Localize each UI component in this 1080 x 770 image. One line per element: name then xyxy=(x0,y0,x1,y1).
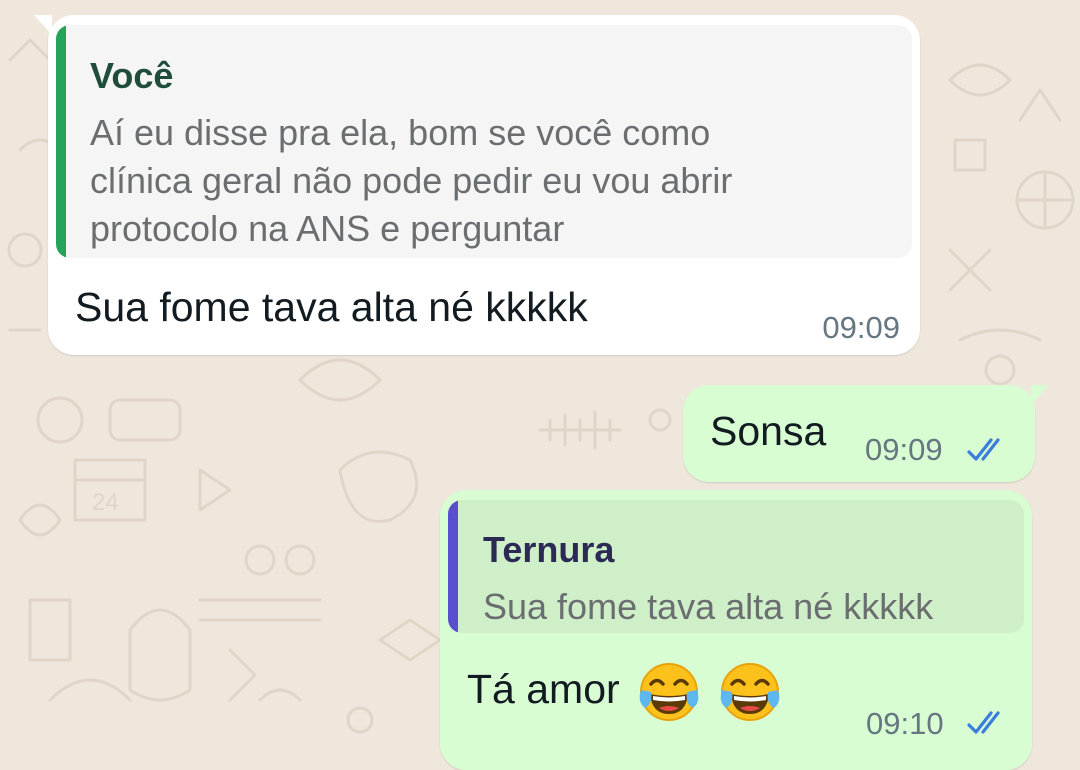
message-time: 09:10 xyxy=(866,706,944,741)
quoted-author: Você xyxy=(90,55,174,96)
quoted-text-line: Aí eu disse pra ela, bom se você como xyxy=(90,112,711,153)
incoming-message-bubble[interactable]: Você Aí eu disse pra ela, bom se você co… xyxy=(34,15,920,355)
quote-accent-bar xyxy=(448,500,458,633)
double-check-read-icon xyxy=(967,438,1000,461)
outgoing-message-bubble[interactable]: Sonsa 09:09 xyxy=(683,385,1049,482)
svg-text:24: 24 xyxy=(92,489,119,516)
message-time: 09:09 xyxy=(822,310,900,345)
message-text: Sua fome tava alta né kkkkk xyxy=(75,284,588,330)
message-text-row: Tá amor xyxy=(467,660,782,724)
outgoing-message-bubble[interactable]: Ternura Sua fome tava alta né kkkkk Tá a… xyxy=(440,490,1032,770)
bubble-tail xyxy=(34,15,52,35)
quoted-text: Sua fome tava alta né kkkkk xyxy=(483,583,933,631)
message-text: Sonsa xyxy=(710,408,827,454)
quoted-message[interactable]: Você Aí eu disse pra ela, bom se você co… xyxy=(56,25,912,258)
quoted-text: Aí eu disse pra ela, bom se você como cl… xyxy=(90,109,732,253)
tears-of-joy-emoji xyxy=(639,663,699,721)
quoted-message[interactable]: Ternura Sua fome tava alta né kkkkk xyxy=(448,500,1024,633)
quoted-text-line: Sua fome tava alta né kkkkk xyxy=(483,586,934,627)
quoted-text-line: protocolo na ANS e perguntar xyxy=(90,208,565,249)
bubble-tail xyxy=(1031,385,1049,405)
message-text: Tá amor xyxy=(467,665,620,712)
quoted-text-line: clínica geral não pode pedir eu vou abri… xyxy=(90,160,733,201)
double-check-read-icon xyxy=(967,711,1000,734)
quoted-author: Ternura xyxy=(483,529,615,570)
tears-of-joy-emoji xyxy=(721,663,780,721)
message-time: 09:09 xyxy=(865,432,943,467)
quote-accent-bar xyxy=(56,25,66,258)
